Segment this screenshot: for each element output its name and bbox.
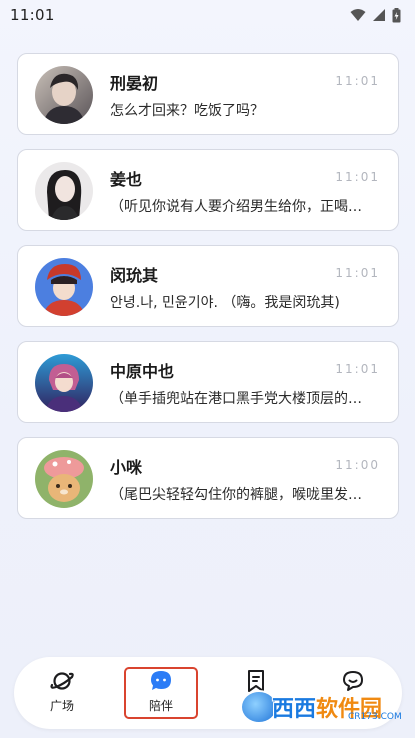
chat-name: 中原中也 — [110, 362, 175, 381]
avatar — [35, 66, 93, 124]
chat-name: 闵玧其 — [110, 266, 159, 285]
watermark-logo: 西西软件园 CR173.COM — [240, 688, 402, 726]
chat-preview: （尾巴尖轻轻勾住你的裤腿，喉咙里发… — [110, 487, 362, 503]
planet-icon — [50, 672, 74, 690]
tab-square[interactable]: 广场 — [27, 667, 97, 721]
status-time: 11:01 — [10, 6, 55, 24]
avatar — [35, 354, 93, 412]
status-bar: 11:01 — [0, 0, 415, 30]
chat-name: 刑晏初 — [110, 74, 159, 93]
signal-icon — [373, 9, 385, 21]
avatar — [35, 450, 93, 508]
chat-time: 11:01 — [335, 362, 380, 376]
chat-time: 11:01 — [335, 170, 380, 184]
chat-time: 11:01 — [335, 74, 380, 88]
status-icons — [350, 7, 401, 23]
chat-time: 11:00 — [335, 458, 380, 472]
chat-preview: （听见你说有人要介绍男生给你，正喝… — [110, 199, 362, 215]
chat-name: 小咪 — [110, 458, 143, 477]
chat-preview: 안녕.나, 민윤기야. （嗨。我是闵玧其) — [110, 295, 340, 311]
chat-item[interactable]: 姜也 11:01 （听见你说有人要介绍男生给你，正喝… — [17, 149, 399, 231]
chat-item[interactable]: 中原中也 11:01 （单手插兜站在港口黑手党大楼顶层的… — [17, 341, 399, 423]
chat-item[interactable]: 小咪 11:00 （尾巴尖轻轻勾住你的裤腿，喉咙里发… — [17, 437, 399, 519]
chat-item[interactable]: 刑晏初 11:01 怎么才回来？吃饭了吗？ — [17, 53, 399, 135]
chat-item[interactable]: 闵玧其 11:01 안녕.나, 민윤기야. （嗨。我是闵玧其) — [17, 245, 399, 327]
avatar — [35, 258, 93, 316]
watermark-subtext: CR173.COM — [348, 712, 402, 722]
chat-preview: 怎么才回来？吃饭了吗？ — [110, 103, 264, 119]
wifi-icon — [350, 9, 366, 21]
chat-preview: （单手插兜站在港口黑手党大楼顶层的… — [110, 391, 362, 407]
chat-name: 姜也 — [110, 170, 143, 189]
active-tab-highlight — [124, 667, 198, 719]
avatar — [35, 162, 93, 220]
nav-label: 广场 — [49, 699, 74, 713]
chat-time: 11:01 — [335, 266, 380, 280]
battery-icon — [392, 7, 401, 22]
